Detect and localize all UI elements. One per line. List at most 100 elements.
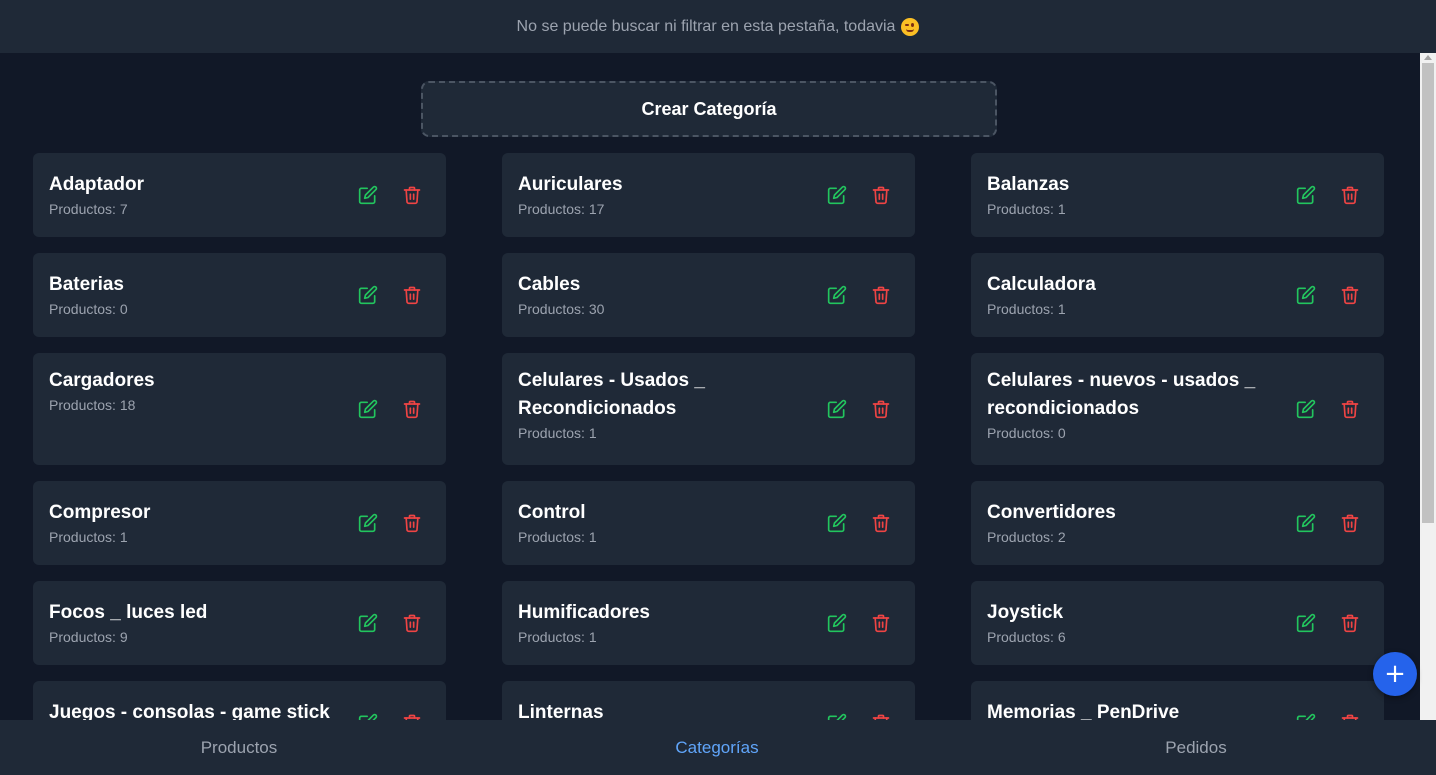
trash-icon[interactable] — [871, 713, 891, 720]
category-product-count: Productos: 9 — [49, 627, 346, 647]
edit-icon[interactable] — [1296, 613, 1316, 633]
category-name: Cargadores — [49, 370, 155, 391]
product-count-prefix: Productos: — [49, 201, 120, 217]
trash-icon[interactable] — [402, 613, 422, 633]
product-count-value: 1 — [588, 529, 597, 545]
bottom-navigation: Productos Categorías Pedidos — [0, 720, 1436, 775]
scroll-up-arrow-icon[interactable] — [1424, 55, 1432, 60]
category-grid: Adaptador Productos: 7 Auriculares Producto… — [33, 153, 1384, 720]
trash-icon[interactable] — [1340, 399, 1360, 419]
category-product-count: Productos: 1 — [49, 527, 346, 547]
category-actions — [1296, 713, 1368, 720]
category-actions — [358, 399, 430, 419]
edit-icon[interactable] — [1296, 399, 1316, 419]
category-card: Humificadores Productos: 1 — [502, 581, 915, 665]
category-product-count: Productos: 30 — [518, 299, 815, 319]
category-name: Focos _ luces led — [49, 602, 208, 623]
scrollbar-thumb[interactable] — [1422, 63, 1434, 523]
edit-icon[interactable] — [827, 513, 847, 533]
category-name: Convertidores — [987, 502, 1116, 523]
scrollbar[interactable] — [1420, 53, 1436, 720]
category-info: Convertidores Productos: 2 — [987, 499, 1296, 547]
trash-icon[interactable] — [871, 613, 891, 633]
category-name: Control — [518, 502, 586, 523]
edit-icon[interactable] — [827, 613, 847, 633]
category-card: Calculadora Productos: 1 — [971, 253, 1384, 337]
category-name: Joystick — [987, 602, 1064, 623]
product-count-value: 18 — [119, 397, 136, 413]
category-card: Baterias Productos: 0 — [33, 253, 446, 337]
trash-icon[interactable] — [402, 713, 422, 720]
category-info: Cables Productos: 30 — [518, 271, 827, 319]
edit-icon[interactable] — [1296, 513, 1316, 533]
add-fab-button[interactable]: + — [1373, 652, 1417, 696]
category-card: Adaptador Productos: 7 — [33, 153, 446, 237]
category-card: Balanzas Productos: 1 — [971, 153, 1384, 237]
trash-icon[interactable] — [402, 399, 422, 419]
top-notice-bar: No se puede buscar ni filtrar en esta pe… — [0, 0, 1436, 53]
category-info: Control Productos: 1 — [518, 499, 827, 547]
plus-icon: + — [1384, 659, 1406, 689]
trash-icon[interactable] — [402, 185, 422, 205]
edit-icon[interactable] — [1296, 185, 1316, 205]
category-product-count: Productos: 6 — [987, 627, 1284, 647]
product-count-prefix: Productos: — [987, 629, 1058, 645]
category-info: Calculadora Productos: 1 — [987, 271, 1296, 319]
category-card: Cargadores Productos: 18 — [33, 353, 446, 465]
category-card: Celulares - nuevos - usados _ recondicio… — [971, 353, 1384, 465]
edit-icon[interactable] — [827, 399, 847, 419]
create-category-button[interactable]: Crear Categoría — [421, 81, 997, 137]
edit-icon[interactable] — [827, 185, 847, 205]
product-count-value: 9 — [119, 629, 128, 645]
trash-icon[interactable] — [1340, 713, 1360, 720]
trash-icon[interactable] — [871, 513, 891, 533]
category-name: Baterias — [49, 274, 124, 295]
category-name: Compresor — [49, 502, 151, 523]
edit-icon[interactable] — [358, 399, 378, 419]
trash-icon[interactable] — [1340, 613, 1360, 633]
category-product-count: Productos: 0 — [987, 423, 1284, 443]
edit-icon[interactable] — [1296, 285, 1316, 305]
category-name: Auriculares — [518, 174, 623, 195]
product-count-value: 1 — [119, 529, 128, 545]
trash-icon[interactable] — [1340, 185, 1360, 205]
product-count-prefix: Productos: — [518, 529, 589, 545]
nav-tab-pedidos[interactable]: Pedidos — [956, 738, 1436, 758]
trash-icon[interactable] — [402, 513, 422, 533]
category-actions — [827, 513, 899, 533]
edit-icon[interactable] — [358, 285, 378, 305]
trash-icon[interactable] — [871, 285, 891, 305]
category-product-count: Productos: 1 — [518, 423, 815, 443]
product-count-value: 1 — [1057, 301, 1066, 317]
edit-icon[interactable] — [1296, 713, 1316, 720]
product-count-prefix: Productos: — [49, 629, 120, 645]
product-count-prefix: Productos: — [987, 425, 1058, 441]
trash-icon[interactable] — [1340, 285, 1360, 305]
category-product-count: Productos: 7 — [49, 199, 346, 219]
product-count-value: 6 — [1057, 629, 1066, 645]
category-name: Humificadores — [518, 602, 650, 623]
category-info: Baterias Productos: 0 — [49, 271, 358, 319]
edit-icon[interactable] — [358, 713, 378, 720]
product-count-value: 1 — [588, 425, 597, 441]
edit-icon[interactable] — [358, 513, 378, 533]
category-actions — [1296, 185, 1368, 205]
trash-icon[interactable] — [871, 399, 891, 419]
edit-icon[interactable] — [358, 613, 378, 633]
product-count-prefix: Productos: — [987, 301, 1058, 317]
edit-icon[interactable] — [827, 713, 847, 720]
edit-icon[interactable] — [827, 285, 847, 305]
trash-icon[interactable] — [1340, 513, 1360, 533]
category-product-count: Productos: 2 — [987, 527, 1284, 547]
trash-icon[interactable] — [871, 185, 891, 205]
nav-tab-productos[interactable]: Productos — [0, 738, 478, 758]
category-info: Celulares - Usados _ Recondicionados Prod… — [518, 367, 827, 443]
edit-icon[interactable] — [358, 185, 378, 205]
category-card: Celulares - Usados _ Recondicionados Prod… — [502, 353, 915, 465]
category-product-count: Productos: 18 — [49, 395, 346, 415]
trash-icon[interactable] — [402, 285, 422, 305]
category-actions — [1296, 513, 1368, 533]
category-name: Celulares - nuevos - usados _ recondicio… — [987, 370, 1256, 419]
product-count-value: 1 — [1057, 201, 1066, 217]
nav-tab-categorias[interactable]: Categorías — [478, 738, 956, 758]
